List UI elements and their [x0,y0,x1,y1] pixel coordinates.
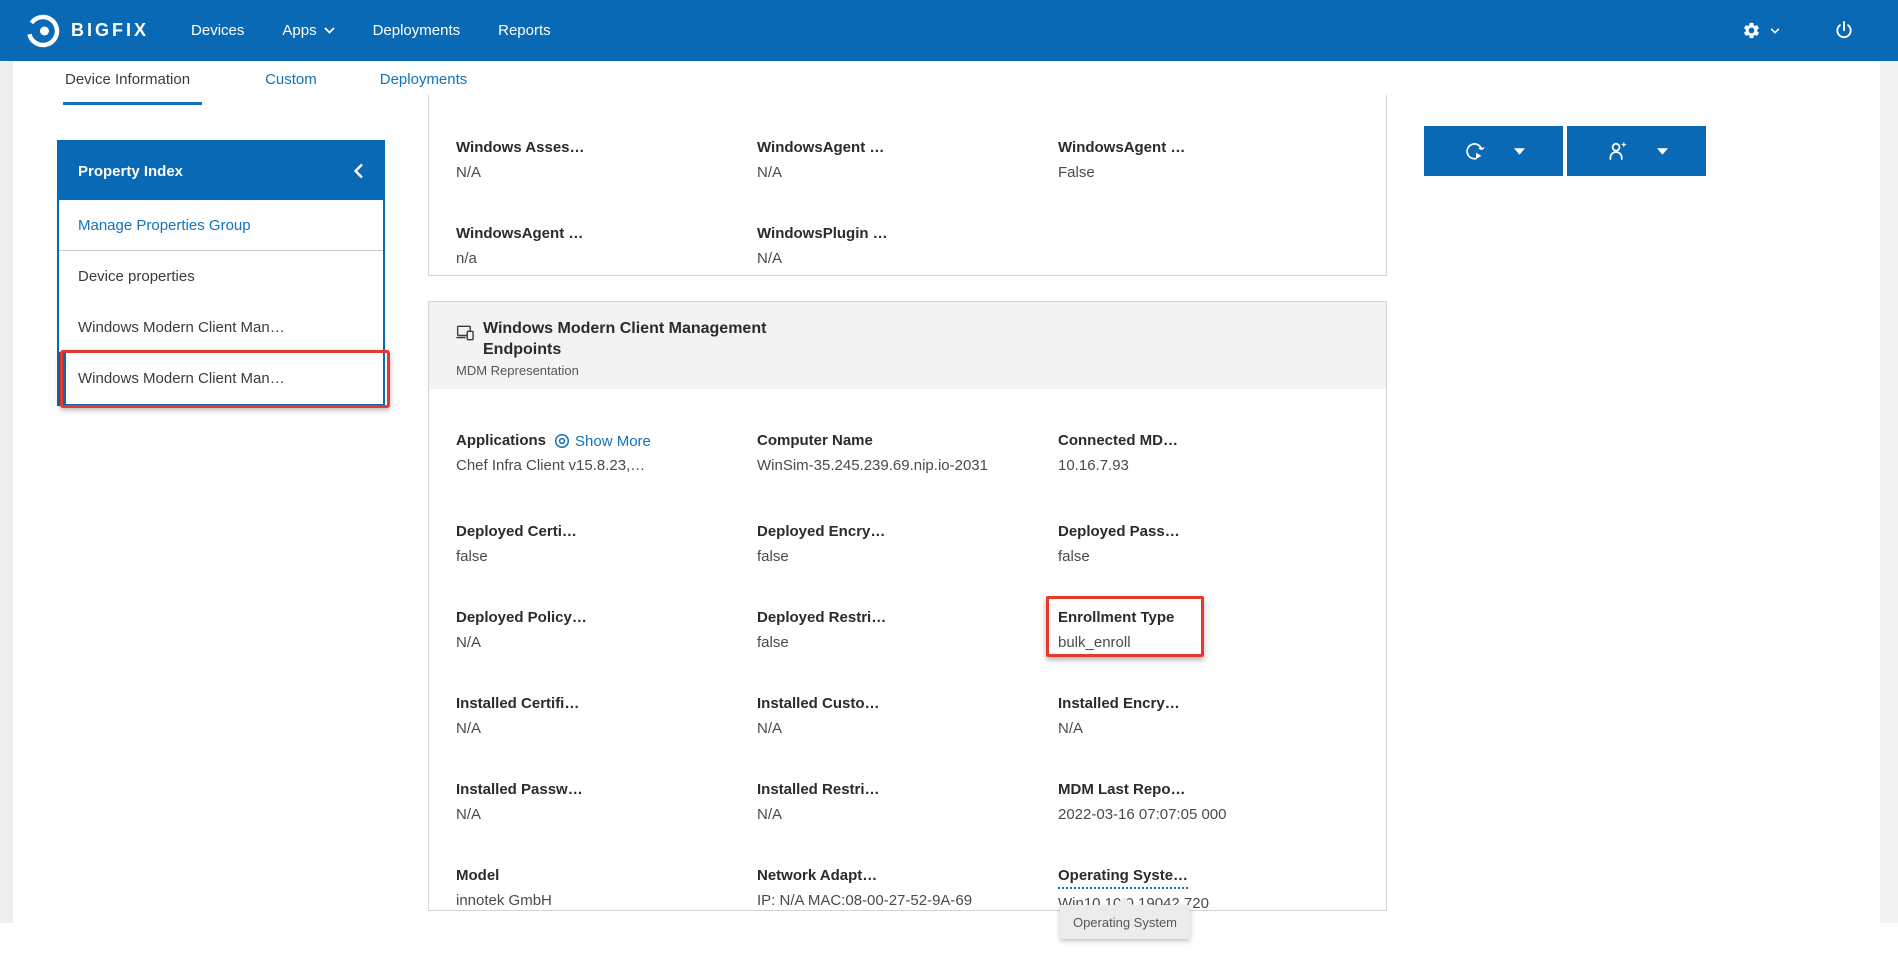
property-cell: Installed Restri… N/A [757,780,1058,825]
operating-system-label[interactable]: Operating Syste… [1058,866,1188,889]
property-cell: Deployed Certi… false [456,522,757,567]
device-tabs: Device Information Custom Deployments [63,61,467,105]
property-cell: WindowsAgent … False [1058,138,1359,183]
properties-card-top: Windows Asses… N/A WindowsAgent … N/A Wi… [428,95,1387,276]
brand-name: BIGFIX [71,20,149,41]
property-cell: Installed Certifi… N/A [456,694,757,739]
tab-custom[interactable]: Custom [265,61,317,105]
property-index-header[interactable]: Property Index [59,142,383,200]
property-cell: Deployed Policy… N/A [456,608,757,653]
mdm-devices-icon [456,323,476,343]
mdm-card-subtitle: MDM Representation [456,363,1359,379]
bigfix-logo[interactable]: BIGFIX [25,13,149,49]
property-cell: Deployed Pass… false [1058,522,1359,567]
property-cell: Deployed Encry… false [757,522,1058,567]
show-more-link[interactable]: Show More [554,433,651,450]
topbar-right [1742,20,1898,41]
nav-devices[interactable]: Devices [191,22,244,39]
property-cell: Windows Asses… N/A [456,138,757,183]
property-cell: Deployed Restri… false [757,608,1058,653]
property-cell: WindowsAgent … n/a [456,224,757,269]
property-cell: Model innotek GmbH [456,866,757,914]
power-icon [1834,20,1854,41]
logout-button[interactable] [1834,20,1854,41]
collapse-chevron-left-icon[interactable] [353,163,364,179]
property-cell: Installed Passw… N/A [456,780,757,825]
add-user-button[interactable] [1567,126,1706,176]
property-cell: Connected MD… 10.16.7.93 [1058,431,1359,481]
property-index-title: Property Index [78,163,183,180]
property-cell: MDM Last Repo… 2022-03-16 07:07:05 000 [1058,780,1359,825]
add-user-icon [1606,140,1629,163]
sidebar-item-windows-modern-client-man-selected[interactable]: Windows Modern Client Man… [59,353,383,404]
property-cell-applications: Applications Show More Chef Infra Client… [456,431,757,476]
left-scrollbar-track[interactable] [0,61,13,923]
property-cell: Installed Encry… N/A [1058,694,1359,739]
deploy-action-button[interactable] [1424,126,1563,176]
property-cell-enrollment-type: Enrollment Type bulk_enroll [1058,608,1359,653]
sidebar-item-windows-modern-client-man[interactable]: Windows Modern Client Man… [59,302,383,353]
eye-icon [554,433,570,449]
operating-system-tooltip: Operating System [1060,905,1190,939]
property-cell-operating-system: Operating Syste… Win10.10.0.19042.720 Op… [1058,866,1359,914]
top-navbar: BIGFIX Devices Apps Deployments Reports [0,0,1898,61]
mdm-card-title: Windows Modern Client Management Endpoin… [483,318,783,360]
right-scrollbar-track[interactable] [1880,61,1898,923]
sidebar-item-label: Windows Modern Client Man… [78,370,285,387]
chevron-down-icon [1770,28,1780,34]
dropdown-caret-icon [1514,148,1525,155]
property-cell: WindowsAgent … N/A [757,138,1058,183]
tab-device-information[interactable]: Device Information [63,61,202,105]
sidebar-item-device-properties[interactable]: Device properties [59,251,383,302]
nav-apps[interactable]: Apps [282,22,334,39]
device-action-buttons [1424,126,1706,176]
mdm-endpoints-card: Windows Modern Client Management Endpoin… [428,301,1387,911]
property-cell: Computer Name WinSim-35.245.239.69.nip.i… [757,431,1058,481]
deploy-action-icon [1463,140,1486,163]
settings-menu-button[interactable] [1742,21,1780,40]
nav-deployments[interactable]: Deployments [373,22,461,39]
nav-reports[interactable]: Reports [498,22,551,39]
selected-indicator-bar [59,352,66,406]
property-index-panel: Property Index Manage Properties Group D… [57,140,385,406]
gear-icon [1742,21,1761,40]
chevron-down-icon [324,27,335,34]
sidebar-item-manage-properties-group[interactable]: Manage Properties Group [59,200,383,251]
property-cell: Installed Custo… N/A [757,694,1058,739]
property-cell: Network Adapt… IP: N/A MAC:08-00-27-52-9… [757,866,1058,914]
bigfix-logo-icon [25,13,61,49]
property-cell: WindowsPlugin … N/A [757,224,1058,269]
main-nav: Devices Apps Deployments Reports [191,22,551,39]
dropdown-caret-icon [1657,148,1668,155]
mdm-card-header: Windows Modern Client Management Endpoin… [429,302,1386,389]
